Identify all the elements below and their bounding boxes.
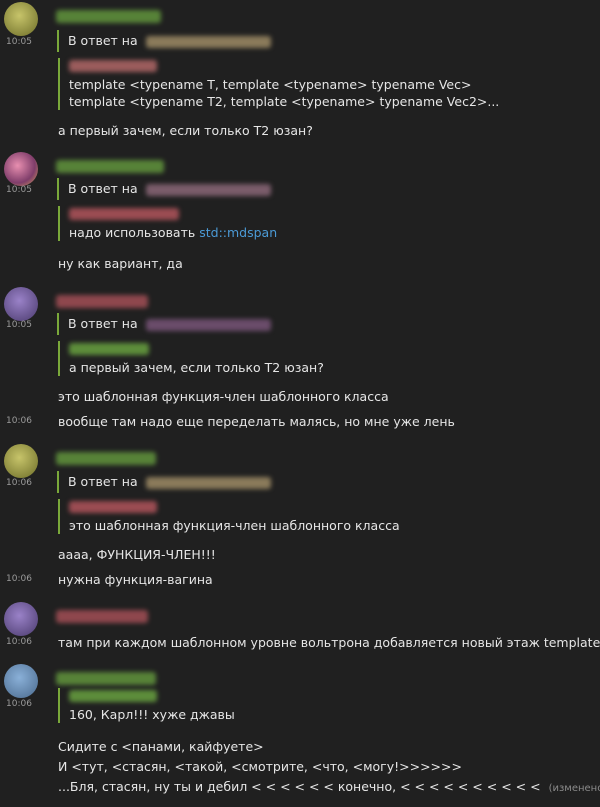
message-text: а первый зачем, если только T2 юзан? — [58, 123, 313, 138]
message-text: это шаблонная функция-член шаблонного кл… — [58, 389, 389, 404]
quote-line: template <typename T2, template <typenam… — [69, 94, 500, 109]
message-text: нужна функция-вагина — [58, 572, 213, 587]
reply-header[interactable]: В ответ на — [57, 471, 271, 493]
reply-target-name — [145, 35, 271, 48]
message-text: вообще там надо еще переделать малясь, н… — [58, 414, 455, 429]
quote-line: надо использовать std::mdspan — [69, 224, 277, 241]
quoted-message[interactable]: а первый зачем, если только T2 юзан? — [58, 341, 324, 376]
sender-name[interactable] — [56, 160, 164, 173]
sender-name[interactable] — [56, 610, 148, 623]
quoted-message[interactable]: это шаблонная функция-член шаблонного кл… — [58, 499, 400, 534]
timestamp: 10:06 — [6, 637, 32, 647]
reply-header[interactable]: В ответ на — [57, 313, 271, 335]
sender-name[interactable] — [56, 672, 156, 685]
message-text: ну как вариант, да — [58, 256, 183, 271]
avatar[interactable] — [4, 444, 38, 478]
timestamp: 10:05 — [6, 320, 32, 330]
avatar[interactable] — [4, 152, 38, 186]
message-text: И <тут, <стасян, <такой, <смотрите, <что… — [58, 759, 462, 774]
message-text: ...Бля, стасян, ну ты и дебил < < < < < … — [58, 778, 600, 797]
timestamp: 10:05 — [6, 185, 32, 195]
timestamp: 10:05 — [6, 37, 32, 47]
reply-target-name — [145, 183, 271, 196]
sender-name[interactable] — [56, 10, 161, 23]
reply-target-name — [145, 318, 271, 331]
quote-line: 160, Карл!!! хуже джавы — [69, 707, 235, 722]
avatar[interactable] — [4, 664, 38, 698]
quote-author — [69, 208, 179, 220]
mdspan-link[interactable]: std::mdspan — [199, 225, 277, 240]
quote-line: а первый зачем, если только T2 юзан? — [69, 360, 324, 375]
quoted-message[interactable]: надо использовать std::mdspan — [58, 206, 277, 241]
timestamp: 10:06 — [6, 478, 32, 488]
reply-prefix: В ответ на — [68, 33, 138, 48]
timestamp: 10:06 — [6, 699, 32, 709]
reply-header[interactable]: В ответ на — [57, 30, 271, 52]
avatar[interactable] — [4, 602, 38, 636]
reply-prefix: В ответ на — [68, 316, 138, 331]
message-text: Сидите с <панами, кайфуете> — [58, 739, 264, 754]
quote-author — [69, 343, 149, 355]
quote-author — [69, 60, 157, 72]
reply-header[interactable]: В ответ на — [57, 178, 271, 200]
reply-prefix: В ответ на — [68, 181, 138, 196]
quote-line: template <typename T, template <typename… — [69, 77, 472, 92]
message-text: аааа, ФУНКЦИЯ-ЧЛЕН!!! — [58, 547, 216, 562]
timestamp: 10:06 — [6, 416, 32, 426]
reply-target-name — [145, 476, 271, 489]
sender-name[interactable] — [56, 295, 148, 308]
quote-line: это шаблонная функция-член шаблонного кл… — [69, 518, 400, 533]
quote-text: надо использовать — [69, 225, 200, 240]
reply-prefix: В ответ на — [68, 474, 138, 489]
quote-author — [69, 501, 157, 513]
sender-name[interactable] — [56, 452, 156, 465]
quoted-message[interactable]: 160, Карл!!! хуже джавы — [58, 688, 235, 723]
avatar[interactable] — [4, 2, 38, 36]
edited-label: (изменено) — [548, 783, 600, 794]
message-line: ...Бля, стасян, ну ты и дебил < < < < < … — [58, 779, 541, 794]
quoted-message[interactable]: template <typename T, template <typename… — [58, 58, 499, 110]
message-text: там при каждом шаблонном уровне вольтрон… — [58, 635, 600, 650]
quote-author — [69, 690, 157, 702]
avatar[interactable] — [4, 287, 38, 321]
timestamp: 10:06 — [6, 574, 32, 584]
